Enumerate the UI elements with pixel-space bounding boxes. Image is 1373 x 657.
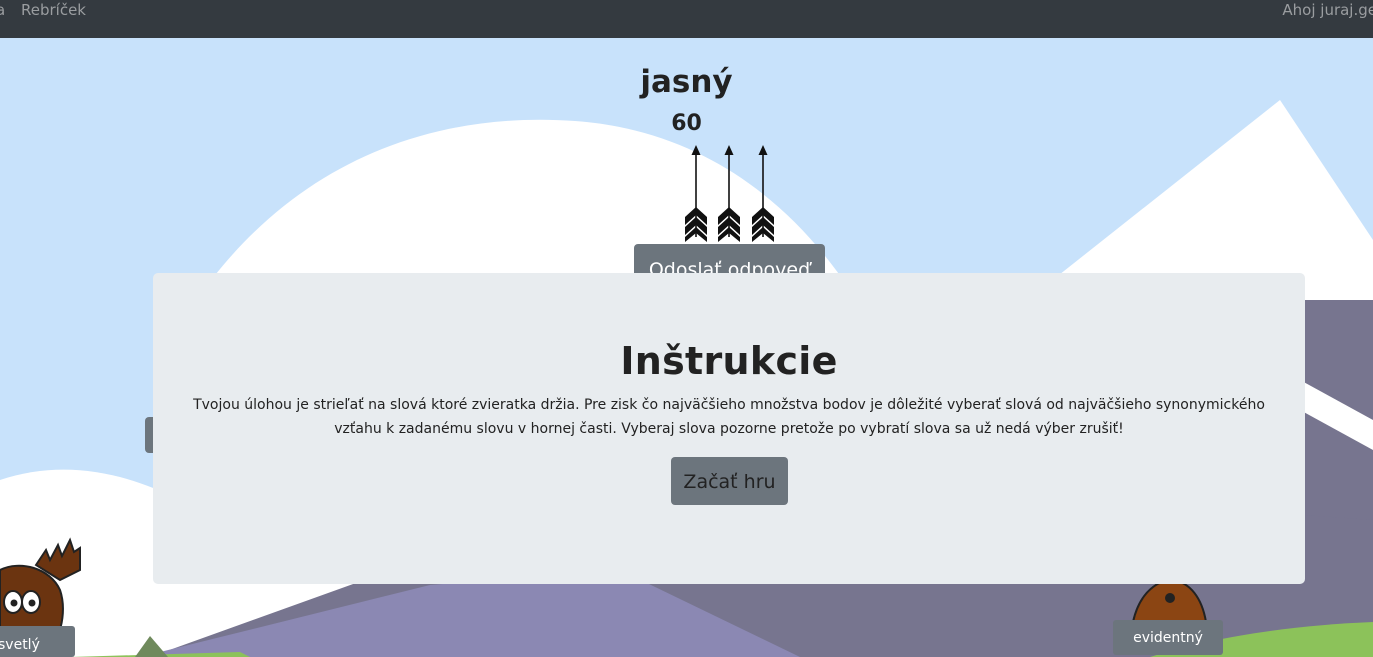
nav-item-truncated[interactable]: a (0, 1, 5, 19)
arrow-icon (685, 145, 707, 242)
start-game-button[interactable]: Začať hru (671, 457, 788, 505)
arrows-remaining (685, 145, 774, 242)
arrow-icon (752, 145, 774, 242)
word-button-evidentny[interactable]: evidentný (1113, 620, 1223, 655)
word-button-svetly[interactable]: svetlý (0, 626, 75, 657)
arrow-icon (718, 145, 740, 242)
instructions-text: Tvojou úlohou je strieľať na slová ktoré… (193, 397, 1265, 437)
nav-item-ranking[interactable]: Rebríček (21, 1, 86, 19)
modal-title: Inštrukcie (620, 339, 838, 383)
score-counter: 60 (671, 111, 702, 136)
instructions-modal: Inštrukcie Tvojou úlohou je strieľať na … (153, 273, 1305, 584)
top-navbar: a Rebríček Ahoj juraj.ge (0, 0, 1373, 38)
target-word: jasný (640, 64, 733, 100)
user-greeting[interactable]: Ahoj juraj.ge (1282, 1, 1373, 19)
